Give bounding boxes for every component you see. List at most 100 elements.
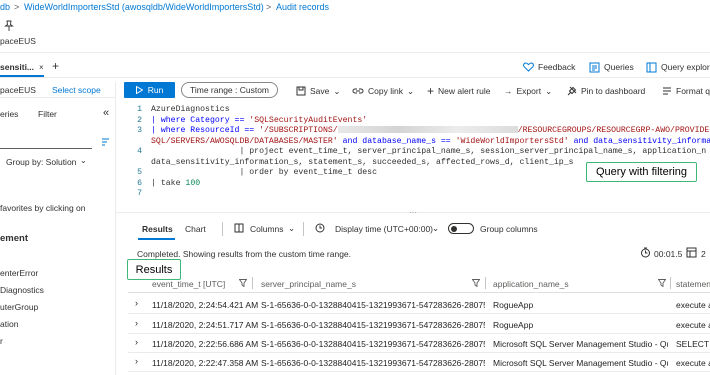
line-number: 2	[137, 115, 142, 125]
splitter-handle-icon[interactable]: ···	[409, 208, 417, 217]
plus-icon: +	[427, 84, 435, 98]
table-cell: RogueApp	[493, 320, 534, 330]
breadcrumb-link-db[interactable]: db	[0, 2, 10, 12]
status-text: Completed. Showing results from the cust…	[137, 249, 351, 259]
column-header[interactable]: server_principal_name_s	[261, 279, 356, 289]
pin-icon	[567, 86, 577, 96]
chevron-down-icon: ⌄	[288, 223, 296, 233]
collapse-panel-icon[interactable]: «	[103, 107, 109, 119]
left-tab-filter[interactable]: Filter	[38, 109, 57, 119]
list-item[interactable]: uterGroup	[0, 302, 38, 312]
divider	[0, 97, 116, 98]
feedback-button[interactable]: Feedback	[523, 56, 575, 78]
code-token: | where Category ==	[151, 115, 250, 125]
export-button[interactable]: → Export ⌄	[504, 80, 552, 102]
save-button[interactable]: Save ⌄	[296, 80, 341, 102]
expand-row-icon[interactable]: ›	[135, 298, 138, 308]
expand-row-icon[interactable]: ›	[135, 356, 138, 366]
code-line: SQL/SERVERS/AWOSQLDB/DATABASES/MASTER' a…	[151, 137, 710, 146]
code-number: 100	[185, 178, 201, 188]
chevron-down-icon: ⌄	[80, 156, 87, 165]
column-divider[interactable]	[252, 277, 253, 289]
filter-icon[interactable]	[472, 279, 480, 287]
pin-to-dashboard-button[interactable]: Pin to dashboard	[567, 80, 645, 102]
display-time-button[interactable]: Display time (UTC+00:00)	[335, 224, 433, 234]
tab-query-label: sensiti...	[0, 62, 35, 72]
grid-icon	[686, 247, 697, 258]
save-icon	[296, 86, 306, 96]
table-header: event_time_t [UTC] server_principal_name…	[128, 274, 710, 293]
table-cell: RogueApp	[493, 300, 534, 310]
format-label: Format q	[676, 86, 710, 96]
column-header[interactable]: application_name_s	[493, 279, 569, 289]
divider	[0, 77, 710, 78]
line-number: 4	[137, 147, 142, 156]
line-number: 1	[137, 105, 142, 114]
table-cell: 11/18/2020, 2:22:56.686 AM	[152, 339, 259, 349]
list-item[interactable]: enterError	[0, 268, 38, 278]
close-icon[interactable]: ×	[39, 63, 44, 72]
run-button[interactable]: Run	[124, 82, 175, 98]
left-tab-queries[interactable]: eries	[0, 109, 18, 119]
pin-icon[interactable]	[4, 20, 14, 31]
breadcrumb-link-database[interactable]: WideWorldImportersStd (awosqldb/WideWorl…	[24, 2, 264, 12]
table-cell: S-1-65636-0-0-1328840415-1321993671-5472…	[261, 300, 485, 310]
heart-icon	[523, 62, 534, 72]
column-header[interactable]: event_time_t [UTC]	[152, 279, 225, 289]
tab-query[interactable]: sensiti...	[0, 58, 44, 77]
filter-lines-icon[interactable]	[101, 138, 110, 146]
table-cell: execute as	[676, 320, 710, 330]
list-item[interactable]: r	[0, 336, 3, 346]
columns-button[interactable]: Columns	[250, 224, 284, 234]
tab-results[interactable]: Results	[142, 224, 173, 234]
timer-icon	[640, 247, 651, 258]
line-number: 5	[137, 168, 142, 177]
table-row[interactable]: › 11/18/2020, 2:22:56.686 AM S-1-65636-0…	[128, 334, 710, 353]
table-row[interactable]: › 11/18/2020, 2:22:47.358 AM S-1-65636-0…	[128, 353, 710, 372]
group-columns-toggle[interactable]	[448, 223, 474, 234]
chevron-down-icon: ⌄	[406, 85, 415, 96]
left-panel	[0, 82, 116, 375]
table-row[interactable]: › 11/18/2020, 2:24:51.717 AM S-1-65636-0…	[128, 315, 710, 334]
add-tab-button[interactable]: +	[52, 59, 59, 73]
filter-icon[interactable]	[658, 279, 666, 287]
copy-link-label: Copy link	[368, 86, 403, 96]
redacted-text	[337, 126, 518, 134]
results-toolbar: Results Chart Columns ⌄ Display time (UT…	[128, 222, 710, 240]
left-panel-scope: paceEUS	[0, 85, 36, 95]
expand-row-icon[interactable]: ›	[135, 337, 138, 347]
line-number: 6	[137, 178, 142, 188]
time-range-picker[interactable]: Time range : Custom	[181, 82, 278, 98]
explorer-icon	[646, 62, 657, 73]
code-string: 'WideWorldImportersStd'	[455, 136, 569, 146]
select-scope-link[interactable]: Select scope	[52, 85, 101, 95]
filter-icon[interactable]	[239, 279, 247, 287]
copy-link-button[interactable]: Copy link ⌄	[352, 80, 414, 102]
tab-chart[interactable]: Chart	[185, 224, 206, 234]
save-label: Save	[310, 86, 330, 96]
list-item[interactable]: Diagnostics	[0, 285, 44, 295]
result-count: 2	[701, 249, 706, 259]
column-divider[interactable]	[485, 277, 486, 289]
left-search-input[interactable]	[0, 137, 92, 149]
duration-label: 00:01.5	[654, 249, 683, 259]
table-row[interactable]: › 11/18/2020, 2:24:54.421 AM S-1-65636-0…	[128, 295, 710, 314]
expand-row-icon[interactable]: ›	[135, 318, 138, 328]
play-icon	[135, 86, 143, 94]
pin-label: Pin to dashboard	[581, 86, 646, 96]
feedback-label: Feedback	[538, 62, 576, 72]
code-token: | where ResourceId ==	[151, 126, 260, 135]
divider	[303, 222, 304, 236]
format-query-button[interactable]: Format q	[662, 80, 710, 102]
queries-button[interactable]: Queries	[589, 56, 634, 78]
column-header[interactable]: statement	[676, 279, 710, 289]
column-divider[interactable]	[670, 277, 671, 289]
chevron-down-icon: ⌄	[545, 85, 553, 96]
code-line: | take 100	[151, 179, 200, 188]
query-explorer-button[interactable]: Query explore	[646, 56, 710, 78]
workspace-label: paceEUS	[0, 36, 36, 46]
list-item[interactable]: ation	[0, 319, 18, 329]
new-alert-rule-button[interactable]: + New alert rule	[427, 80, 490, 102]
query-editor[interactable]: 1 AzureDiagnostics 2 | where Category ==…	[128, 101, 710, 209]
group-by-dropdown[interactable]: Group by: Solution	[6, 157, 76, 167]
